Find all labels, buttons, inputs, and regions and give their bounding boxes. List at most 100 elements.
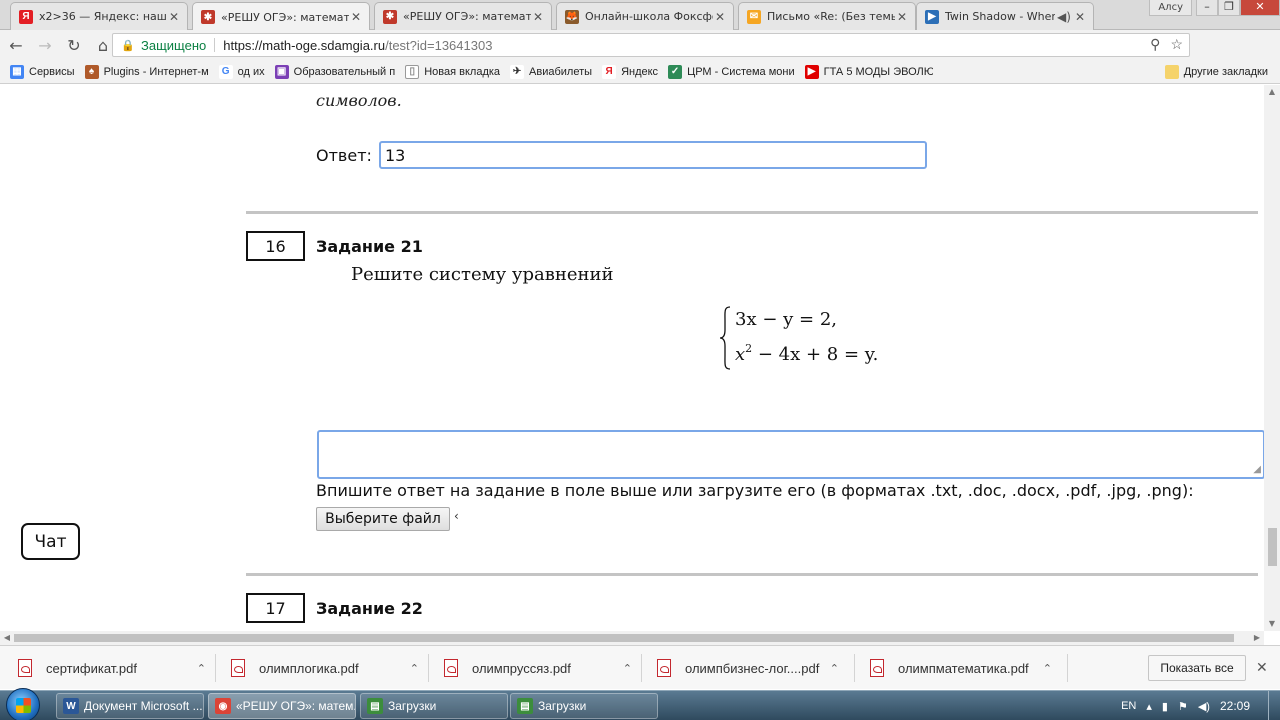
tab-mail[interactable]: ✉ Письмо «Re: (Без темы) ✕ — [738, 2, 916, 30]
task-text: Решите систему уравнений — [351, 264, 614, 285]
resize-handle-icon[interactable]: ◢ — [1253, 464, 1261, 475]
scrollbar-thumb[interactable] — [14, 634, 1234, 642]
network-icon[interactable]: ▮ — [1162, 700, 1168, 713]
tab-reshu-oge[interactable]: ✱ «РЕШУ ОГЭ»: математи ✕ — [374, 2, 552, 30]
scrollbar-thumb[interactable] — [1268, 528, 1277, 566]
taskbar-item-downloads[interactable]: ▤ Загрузки — [510, 693, 658, 719]
volume-icon[interactable]: ◀) — [1198, 700, 1210, 713]
back-icon[interactable]: ← — [3, 32, 29, 58]
tray-arrow-icon[interactable]: ▴ — [1146, 700, 1152, 713]
profile-button[interactable]: Алсу — [1149, 0, 1192, 16]
download-item[interactable]: олимпруссяз.pdf ⌃ — [444, 654, 632, 682]
close-window-button[interactable]: ✕ — [1240, 0, 1280, 16]
crm-icon: ✓ — [668, 64, 683, 79]
google-icon: G — [218, 64, 233, 79]
taskbar-item-chrome[interactable]: ◉ «РЕШУ ОГЭ»: матем... — [208, 693, 356, 719]
forward-icon[interactable]: → — [32, 32, 58, 58]
chevron-up-icon[interactable]: ⌃ — [197, 662, 206, 675]
bookmark-label: Яндекс — [621, 65, 659, 78]
restore-button[interactable]: ❐ — [1218, 0, 1240, 16]
scroll-down-icon[interactable]: ▼ — [1264, 617, 1280, 631]
reload-icon[interactable]: ↻ — [61, 32, 87, 58]
chevron-up-icon[interactable]: ⌃ — [410, 662, 419, 675]
bookmark-crm[interactable]: ✓ ЦРМ - Система мони — [668, 64, 795, 79]
vertical-scrollbar[interactable]: ▲ ▼ — [1264, 85, 1280, 631]
tab-yandex[interactable]: Я x2>36 — Яндекс: нашёл ✕ — [10, 2, 188, 30]
zoom-icon[interactable]: ⚲ — [1150, 36, 1160, 53]
close-icon[interactable]: ✕ — [1256, 659, 1268, 676]
word-icon: W — [63, 698, 79, 714]
chevron-up-icon[interactable]: ⌃ — [623, 662, 632, 675]
bookmark-gta[interactable]: ▶ ГТА 5 МОДЫ ЭВОЛЮ — [804, 64, 933, 79]
divider — [428, 654, 429, 682]
foxford-icon: 🦊 — [565, 9, 579, 24]
bookmark-yandex[interactable]: Я Яндекс — [602, 64, 659, 79]
close-icon[interactable]: ✕ — [531, 10, 545, 24]
bookmark-avia[interactable]: ✈ Авиабилеты — [510, 64, 593, 79]
tab-twin-shadow[interactable]: ▶ Twin Shadow - When ◀) ✕ — [916, 2, 1094, 30]
bookmark-new-tab[interactable]: ▯ Новая вкладка — [405, 64, 501, 79]
choose-file-button[interactable]: Выберите файл — [316, 507, 450, 531]
close-icon[interactable]: ✕ — [1073, 10, 1087, 24]
download-item[interactable]: олимпбизнес-лог....pdf ⌃ — [657, 654, 839, 682]
download-item[interactable]: олимпматематика.pdf ⌃ — [870, 654, 1052, 682]
download-filename: сертификат.pdf — [46, 660, 137, 676]
equation-1: 3x − y = 2, — [735, 309, 837, 330]
plane-icon: ✈ — [510, 64, 525, 79]
bookmark-label: Plugins - Интернет-м — [103, 65, 209, 78]
browser-toolbar: ← → ↻ ⌂ 🔒 Защищено https://math-oge.sdam… — [0, 30, 1280, 84]
tab-title: «РЕШУ ОГЭ»: математи — [403, 10, 531, 23]
answer-input[interactable]: 13 — [379, 141, 927, 169]
other-bookmarks[interactable]: Другие закладки — [1164, 64, 1268, 79]
close-icon[interactable]: ✕ — [713, 10, 727, 24]
address-bar[interactable]: 🔒 Защищено https://math-oge.sdamgia.ru/t… — [112, 33, 1190, 57]
flag-icon[interactable]: ⚑ — [1178, 700, 1188, 713]
scroll-right-icon[interactable]: ▶ — [1250, 631, 1264, 645]
tab-title: Письмо «Re: (Без темы) — [767, 10, 895, 23]
yandex-icon: Я — [602, 64, 617, 79]
tab-foxford[interactable]: 🦊 Онлайн-школа Фоксфо ✕ — [556, 2, 734, 30]
download-item[interactable]: сертификат.pdf ⌃ — [18, 654, 206, 682]
taskbar-label: Загрузки — [388, 699, 437, 713]
windows-taskbar: W Документ Microsoft ... ◉ «РЕШУ ОГЭ»: м… — [0, 688, 1280, 720]
answer-label: Ответ: — [316, 146, 372, 165]
apps-icon: ▦ — [10, 64, 24, 79]
language-indicator[interactable]: EN — [1121, 700, 1136, 712]
close-icon[interactable]: ✕ — [895, 10, 909, 24]
chevron-up-icon[interactable]: ⌃ — [830, 662, 839, 675]
star-icon[interactable]: ☆ — [1170, 36, 1183, 53]
download-filename: олимпруссяз.pdf — [472, 660, 571, 676]
bookmark-plugins[interactable]: ♠ Plugins - Интернет-м — [84, 64, 209, 79]
taskbar-item-downloads[interactable]: ▤ Загрузки — [360, 693, 508, 719]
bookmark-services[interactable]: ▦ Сервисы — [10, 64, 75, 79]
task-number-box: 17 — [246, 593, 305, 623]
tab-reshu-oge-active[interactable]: ✱ «РЕШУ ОГЭ»: математи ✕ — [192, 2, 370, 31]
scroll-up-icon[interactable]: ▲ — [1264, 85, 1280, 99]
taskbar-item-word[interactable]: W Документ Microsoft ... — [56, 693, 204, 719]
scroll-left-icon[interactable]: ◀ — [0, 631, 14, 645]
speaker-icon[interactable]: ◀) — [1055, 10, 1073, 24]
horizontal-scrollbar[interactable]: ◀ ▶ — [0, 631, 1264, 645]
show-all-downloads-button[interactable]: Показать все — [1148, 655, 1246, 681]
chat-button[interactable]: Чат — [21, 523, 80, 560]
download-item[interactable]: олимплогика.pdf ⌃ — [231, 654, 419, 682]
minimize-button[interactable]: – — [1196, 0, 1218, 16]
taskbar-label: Загрузки — [538, 699, 587, 713]
close-icon[interactable]: ✕ — [167, 10, 181, 24]
folder-icon — [1164, 64, 1179, 79]
chevron-up-icon[interactable]: ⌃ — [1043, 662, 1052, 675]
youtube-icon: ▶ — [804, 64, 819, 79]
clock[interactable]: 22:09 — [1220, 699, 1250, 713]
start-button[interactable] — [6, 688, 40, 720]
bookmark-label: Новая вкладка — [424, 65, 501, 78]
show-desktop-button[interactable] — [1268, 691, 1280, 720]
bookmark-label: Другие закладки — [1183, 65, 1268, 78]
pdf-icon — [18, 659, 32, 677]
divider — [641, 654, 642, 682]
divider — [1067, 654, 1068, 682]
bookmark-google[interactable]: Gод их — [218, 64, 265, 79]
bookmark-educational[interactable]: ▣ Образовательный п — [274, 64, 395, 79]
answer-textarea[interactable]: ◢ — [317, 430, 1264, 479]
bookmark-label: Авиабилеты — [529, 65, 593, 78]
close-icon[interactable]: ✕ — [349, 10, 363, 24]
